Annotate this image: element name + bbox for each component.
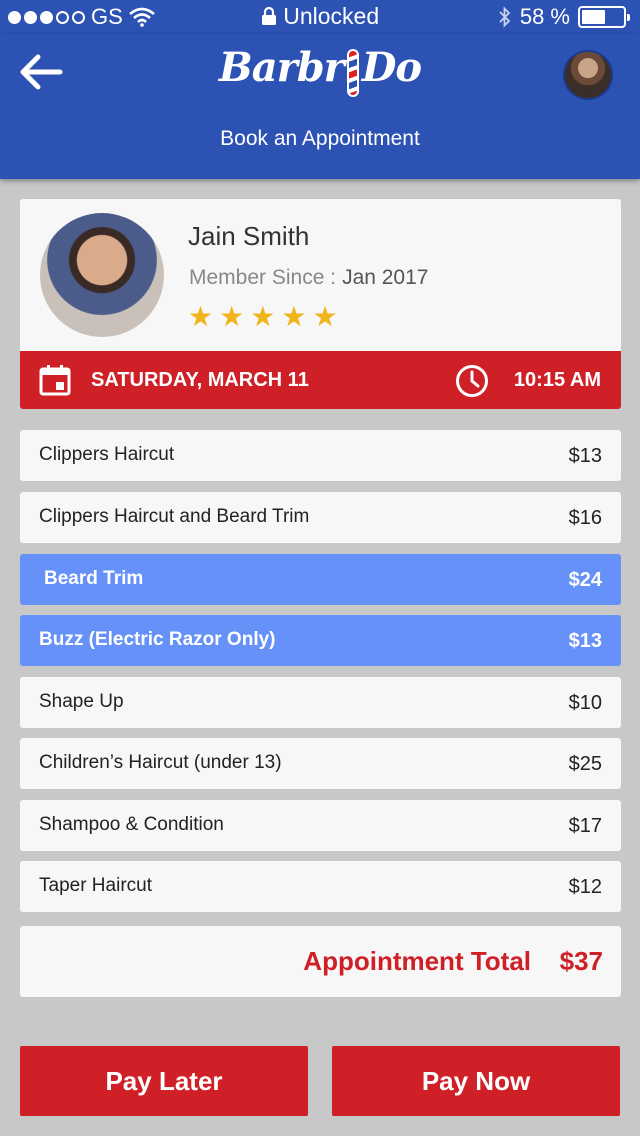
member-since: Member Since : Jan 2017 bbox=[189, 266, 428, 290]
service-price: $24 bbox=[568, 569, 602, 591]
logo-text-left: Barbr bbox=[218, 44, 345, 91]
app-header: Barbr Do Book an Appointment bbox=[0, 34, 640, 179]
barber-name: Jain Smith bbox=[188, 221, 310, 251]
star-icon: ★ bbox=[312, 301, 338, 332]
logo-text-right: Do bbox=[361, 44, 422, 91]
barber-pole-icon bbox=[346, 48, 359, 97]
service-name: Shampoo & Condition bbox=[39, 814, 224, 835]
service-name: Shape Up bbox=[39, 691, 124, 712]
total-label: Appointment Total bbox=[303, 946, 531, 976]
appointment-time: 10:15 AM bbox=[513, 369, 601, 391]
service-name: Buzz (Electric Razor Only) bbox=[39, 629, 276, 650]
service-name: Beard Trim bbox=[44, 568, 144, 589]
lock-status-text: Unlocked bbox=[283, 3, 380, 29]
rating-stars: ★ ★ ★ ★ ★ bbox=[188, 303, 338, 331]
star-icon: ★ bbox=[281, 301, 307, 332]
lock-icon bbox=[261, 6, 276, 25]
page-title: Book an Appointment bbox=[220, 127, 420, 150]
pay-now-button[interactable]: Pay Now bbox=[332, 1046, 620, 1116]
status-right: 58 % bbox=[498, 4, 630, 30]
service-price: $10 bbox=[568, 692, 602, 714]
service-item[interactable]: Clippers Haircut and Beard Trim $16 bbox=[20, 492, 621, 543]
service-price: $17 bbox=[568, 815, 602, 837]
battery-icon bbox=[578, 6, 630, 28]
member-since-label: Member Since : bbox=[189, 266, 337, 289]
total-value: $37 bbox=[559, 946, 603, 976]
barber-avatar bbox=[40, 213, 164, 337]
barber-profile-card: Jain Smith Member Since : Jan 2017 ★ ★ ★ ★ ★ bbox=[20, 199, 621, 351]
clock-icon bbox=[456, 365, 488, 397]
battery-percent: 58 % bbox=[519, 4, 570, 29]
service-name: Clippers Haircut bbox=[39, 444, 175, 465]
app-logo: Barbr Do bbox=[0, 44, 640, 101]
service-price: $16 bbox=[568, 507, 602, 529]
status-bar: GS Unlocked 58 % bbox=[0, 0, 640, 34]
bluetooth-icon bbox=[499, 6, 511, 28]
service-name: Clippers Haircut and Beard Trim bbox=[39, 506, 310, 527]
calendar-icon bbox=[39, 365, 71, 396]
battery-fill bbox=[582, 10, 605, 24]
appointment-date: SATURDAY, MARCH 11 bbox=[91, 369, 309, 391]
star-icon: ★ bbox=[219, 301, 245, 332]
user-avatar[interactable] bbox=[563, 50, 613, 100]
service-item[interactable]: Clippers Haircut $13 bbox=[20, 430, 621, 481]
service-name: Taper Haircut bbox=[39, 875, 152, 896]
service-item-selected[interactable]: Buzz (Electric Razor Only) $13 bbox=[20, 615, 621, 666]
service-price: $12 bbox=[568, 876, 602, 898]
service-item[interactable]: Shampoo & Condition $17 bbox=[20, 800, 621, 851]
appointment-total-card: Appointment Total $37 bbox=[20, 926, 621, 997]
pay-later-button[interactable]: Pay Later bbox=[20, 1046, 308, 1116]
star-icon: ★ bbox=[250, 301, 276, 332]
service-item[interactable]: Shape Up $10 bbox=[20, 677, 621, 728]
service-item[interactable]: Children’s Haircut (under 13) $25 bbox=[20, 738, 621, 789]
service-price: $13 bbox=[568, 445, 602, 467]
service-price: $25 bbox=[568, 753, 602, 775]
service-name: Children’s Haircut (under 13) bbox=[39, 752, 282, 773]
service-price: $13 bbox=[568, 630, 602, 652]
member-since-value: Jan 2017 bbox=[342, 266, 429, 289]
service-item[interactable]: Taper Haircut $12 bbox=[20, 861, 621, 912]
appointment-datetime-bar: SATURDAY, MARCH 11 10:15 AM bbox=[20, 351, 621, 409]
star-icon: ★ bbox=[188, 301, 214, 332]
service-item-selected[interactable]: Beard Trim $24 bbox=[20, 554, 621, 605]
